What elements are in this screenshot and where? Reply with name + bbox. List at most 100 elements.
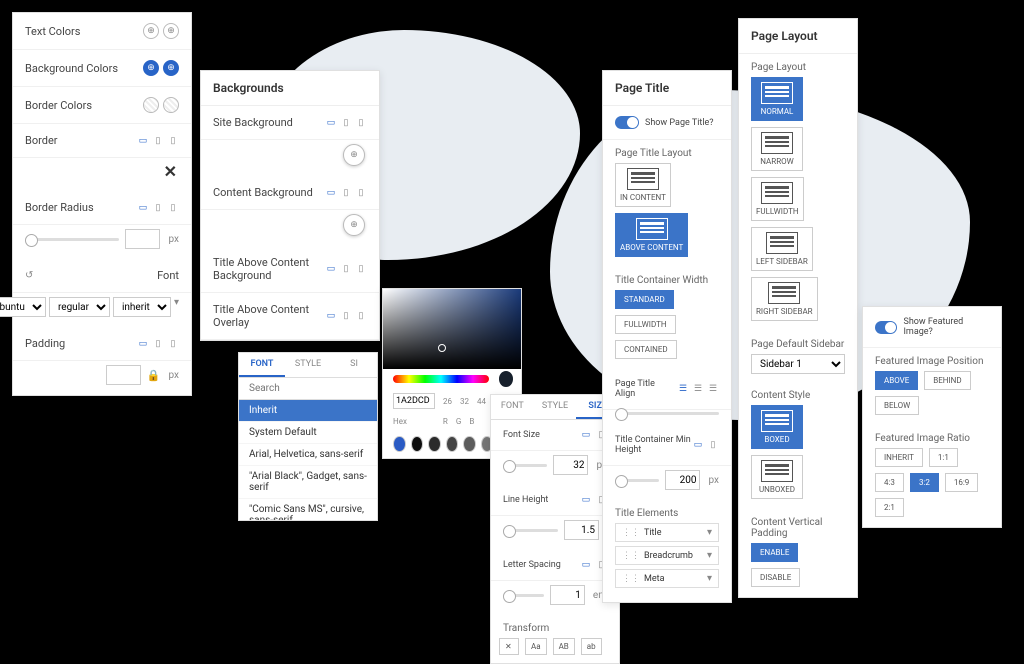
globe-icon[interactable]: ⊕	[343, 214, 365, 236]
globe-icon[interactable]: ⊕	[143, 60, 159, 76]
mobile-icon[interactable]: ▯	[355, 311, 367, 321]
chevron-down-icon[interactable]: ▾	[707, 550, 712, 561]
color-swatch[interactable]	[428, 436, 441, 452]
value-input[interactable]	[125, 229, 160, 249]
lock-icon[interactable]: 🔒	[147, 369, 161, 382]
transparent-icon[interactable]	[163, 97, 179, 113]
option-button[interactable]: 4:3	[875, 473, 904, 492]
font-option[interactable]: Arial, Helvetica, sans-serif	[239, 444, 377, 466]
font-option[interactable]: Inherit	[239, 400, 377, 422]
slider[interactable]	[503, 464, 547, 467]
globe-icon[interactable]: ⊕	[163, 23, 179, 39]
font-tab[interactable]: FONT	[239, 353, 285, 377]
tablet-icon[interactable]: ▯	[340, 311, 352, 321]
typo-tab[interactable]: FONT	[491, 395, 534, 419]
title-element-item[interactable]: ⋮⋮Meta▾	[615, 569, 719, 588]
layout-option[interactable]: ABOVE CONTENT	[615, 213, 688, 257]
option-button[interactable]: BELOW	[875, 396, 919, 415]
font-tab[interactable]: STYLE	[285, 353, 331, 377]
title-element-item[interactable]: ⋮⋮Breadcrumb▾	[615, 546, 719, 565]
desktop-icon[interactable]: ▭	[325, 311, 337, 321]
option-button[interactable]: ENABLE	[751, 543, 798, 562]
layout-option[interactable]: RIGHT SIDEBAR	[751, 277, 818, 321]
chevron-down-icon[interactable]: ▾	[174, 297, 179, 317]
value-input[interactable]	[553, 455, 588, 475]
transparent-icon[interactable]	[143, 97, 159, 113]
option-button[interactable]: ABOVE	[875, 371, 918, 390]
color-swatch[interactable]	[411, 436, 424, 452]
option-button[interactable]: 1:1	[929, 448, 958, 467]
chevron-down-icon[interactable]: ▾	[707, 573, 712, 584]
drag-icon[interactable]: ⋮⋮	[622, 574, 640, 584]
transform-option[interactable]: ✕	[499, 638, 519, 655]
close-icon[interactable]: ✕	[13, 158, 191, 191]
font-search-input[interactable]	[239, 378, 377, 400]
align-center-icon[interactable]: ☰	[692, 384, 704, 394]
desktop-icon[interactable]: ▭	[325, 118, 337, 128]
minheight-slider[interactable]	[615, 479, 659, 482]
hue-slider[interactable]	[393, 375, 489, 383]
value-input[interactable]	[106, 365, 141, 385]
option-button[interactable]: 3:2	[910, 473, 939, 492]
minheight-input[interactable]	[665, 470, 700, 490]
desktop-icon[interactable]: ▭	[325, 264, 337, 274]
slider[interactable]	[503, 529, 558, 532]
option-button[interactable]: STANDARD	[615, 290, 674, 309]
sidebar-select[interactable]: Sidebar 1	[751, 354, 845, 374]
align-left-icon[interactable]: ☰	[677, 384, 689, 394]
option-button[interactable]: DISABLE	[751, 568, 800, 587]
layout-option[interactable]: FULLWIDTH	[751, 177, 804, 221]
option-button[interactable]: 2:1	[875, 498, 904, 517]
desktop-icon[interactable]: ▭	[137, 339, 149, 349]
value-input[interactable]	[564, 520, 599, 540]
color-swatch[interactable]	[446, 436, 459, 452]
slider[interactable]	[503, 594, 544, 597]
color-swatch[interactable]	[463, 436, 476, 452]
transform-option[interactable]: Aa	[525, 638, 547, 655]
font-inherit-select[interactable]: inherit	[113, 297, 171, 317]
title-element-item[interactable]: ⋮⋮Title▾	[615, 523, 719, 542]
align-slider[interactable]	[615, 412, 719, 415]
layout-option[interactable]: NARROW	[751, 127, 803, 171]
chevron-down-icon[interactable]: ▾	[707, 527, 712, 538]
layout-option[interactable]: UNBOXED	[751, 455, 803, 499]
mobile-icon[interactable]: ▯	[355, 264, 367, 274]
value-input[interactable]	[550, 585, 585, 605]
option-button[interactable]: FULLWIDTH	[615, 315, 676, 334]
mobile-icon[interactable]: ▯	[167, 136, 179, 146]
globe-icon[interactable]: ⊕	[163, 60, 179, 76]
desktop-icon[interactable]: ▭	[137, 203, 149, 213]
mobile-icon[interactable]: ▯	[355, 118, 367, 128]
desktop-icon[interactable]: ▭	[580, 560, 592, 570]
mobile-icon[interactable]: ▯	[355, 188, 367, 198]
desktop-icon[interactable]: ▭	[137, 136, 149, 146]
reset-icon[interactable]: ↺	[25, 270, 33, 281]
option-button[interactable]: INHERIT	[875, 448, 923, 467]
show-featured-toggle[interactable]	[875, 321, 897, 334]
desktop-icon[interactable]: ▭	[580, 430, 592, 440]
font-option[interactable]: "Arial Black", Gadget, sans-serif	[239, 466, 377, 499]
desktop-icon[interactable]: ▭	[580, 495, 592, 505]
hex-input[interactable]	[393, 393, 435, 409]
drag-icon[interactable]: ⋮⋮	[622, 551, 640, 561]
font-option[interactable]: "Comic Sans MS", cursive, sans-serif	[239, 499, 377, 520]
transform-option[interactable]: ab	[581, 638, 602, 655]
tablet-icon[interactable]: ▯	[152, 339, 164, 349]
globe-icon[interactable]: ⊕	[343, 144, 365, 166]
font-weight-select[interactable]: regular	[49, 297, 110, 317]
tablet-icon[interactable]: ▯	[340, 118, 352, 128]
option-button[interactable]: 16:9	[945, 473, 978, 492]
tablet-icon[interactable]: ▯	[152, 136, 164, 146]
align-right-icon[interactable]: ☰	[707, 384, 719, 394]
drag-icon[interactable]: ⋮⋮	[622, 528, 640, 538]
color-canvas[interactable]	[383, 289, 521, 369]
layout-option[interactable]: NORMAL	[751, 77, 803, 121]
slider[interactable]	[25, 238, 119, 241]
mobile-icon[interactable]: ▯	[167, 339, 179, 349]
mobile-icon[interactable]: ▯	[167, 203, 179, 213]
font-tab[interactable]: SI	[331, 353, 377, 377]
layout-option[interactable]: IN CONTENT	[615, 163, 671, 207]
option-button[interactable]: BEHIND	[924, 371, 970, 390]
font-option[interactable]: System Default	[239, 422, 377, 444]
transform-option[interactable]: AB	[553, 638, 575, 655]
